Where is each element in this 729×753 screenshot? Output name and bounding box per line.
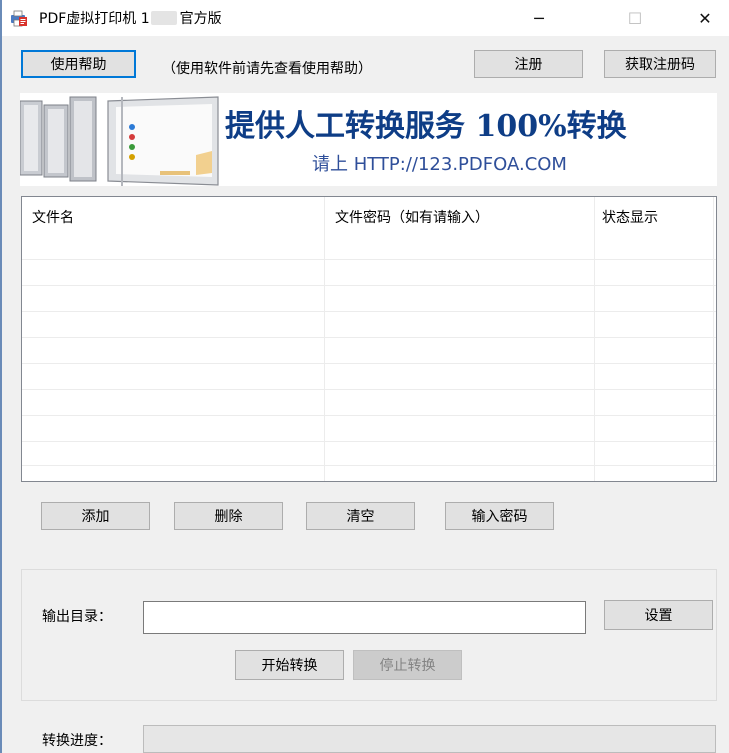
row-gridline — [22, 285, 716, 286]
file-list[interactable]: 文件名 文件密码（如有请输入） 状态显示 — [21, 196, 717, 482]
column-header-status[interactable]: 状态显示 — [602, 207, 658, 227]
register-button[interactable]: 注册 — [474, 50, 583, 78]
close-icon: ✕ — [698, 8, 712, 28]
maximize-icon: ☐ — [627, 8, 643, 28]
progress-label: 转换进度： — [42, 733, 112, 749]
clear-list-button[interactable]: 清空 — [306, 502, 415, 530]
column-separator — [713, 197, 714, 481]
window-left-border — [0, 0, 2, 753]
column-separator — [324, 197, 325, 481]
output-dir-input[interactable] — [143, 601, 586, 634]
row-gridline — [22, 259, 716, 260]
row-gridline — [22, 311, 716, 312]
column-separator — [594, 197, 595, 481]
maximize-button: ☐ — [612, 0, 658, 36]
conversion-progress-bar — [143, 725, 716, 753]
banner-url: 请上 HTTP://123.PDFOA.COM — [312, 154, 567, 175]
minimize-button[interactable]: ─ — [516, 0, 562, 36]
output-dir-label: 输出目录： — [42, 609, 112, 625]
enter-password-button[interactable]: 输入密码 — [445, 502, 554, 530]
pdf-printer-icon — [11, 10, 27, 27]
app-window: PDF虚拟打印机 1 官方版 ─ ☐ ✕ 使用帮助 （使用软件前请先查看使用帮助）… — [0, 0, 729, 753]
stop-convert-button: 停止转换 — [353, 650, 462, 680]
column-header-filename[interactable]: 文件名 — [32, 207, 74, 227]
help-button[interactable]: 使用帮助 — [21, 50, 136, 78]
row-gridline — [22, 389, 716, 390]
row-gridline — [22, 441, 716, 442]
promo-banner[interactable]: 提供人工转换服务 100%转换 请上 HTTP://123.PDFOA.COM — [20, 93, 717, 186]
whiteboard-illustration-icon — [20, 96, 219, 186]
minimize-icon: ─ — [534, 8, 544, 28]
redacted-version-mark — [150, 11, 177, 25]
settings-button[interactable]: 设置 — [604, 600, 713, 630]
column-header-password[interactable]: 文件密码（如有请输入） — [335, 207, 489, 227]
help-hint-text: （使用软件前请先查看使用帮助） — [162, 61, 372, 77]
window-title-suffix: 官方版 — [179, 11, 222, 27]
get-registration-code-button[interactable]: 获取注册码 — [604, 50, 716, 78]
row-gridline — [22, 465, 716, 466]
window-title: PDF虚拟打印机 1 官方版 — [39, 8, 222, 28]
add-file-button[interactable]: 添加 — [41, 502, 150, 530]
close-button[interactable]: ✕ — [682, 0, 728, 36]
banner-headline: 提供人工转换服务 100%转换 — [225, 109, 627, 144]
window-title-prefix: PDF虚拟打印机 1 — [39, 11, 150, 27]
row-gridline — [22, 337, 716, 338]
output-settings-group — [21, 569, 717, 701]
start-convert-button[interactable]: 开始转换 — [235, 650, 344, 680]
delete-file-button[interactable]: 删除 — [174, 502, 283, 530]
file-list-header: 文件名 文件密码（如有请输入） 状态显示 — [22, 197, 716, 243]
title-bar[interactable]: PDF虚拟打印机 1 官方版 ─ ☐ ✕ — [2, 0, 729, 36]
row-gridline — [22, 363, 716, 364]
row-gridline — [22, 415, 716, 416]
